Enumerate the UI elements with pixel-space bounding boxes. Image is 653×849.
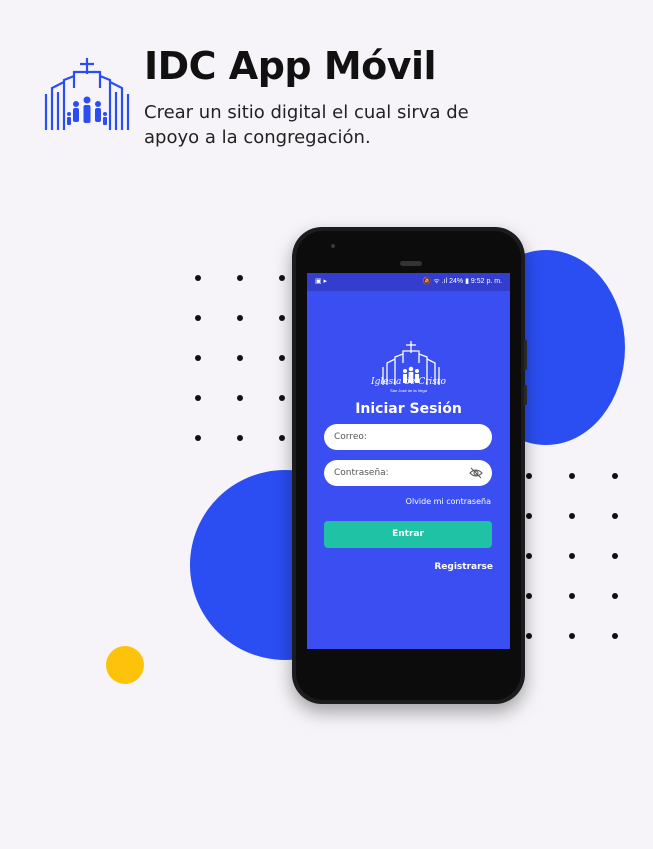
grid-dot xyxy=(237,355,243,361)
grid-dot xyxy=(526,473,532,479)
church-family-icon xyxy=(44,58,130,130)
grid-dot xyxy=(195,395,201,401)
grid-dot xyxy=(612,593,618,599)
grid-dot xyxy=(195,315,201,321)
eye-off-icon[interactable] xyxy=(469,466,483,480)
grid-dot xyxy=(612,633,618,639)
grid-dot xyxy=(569,473,575,479)
grid-dot xyxy=(279,275,285,281)
register-link[interactable]: Registrarse xyxy=(434,562,493,572)
forgot-password-link[interactable]: Olvide mi contraseña xyxy=(406,497,491,506)
grid-dot xyxy=(237,395,243,401)
password-placeholder: Contraseña: xyxy=(334,468,389,478)
email-field[interactable]: Correo: xyxy=(324,424,492,450)
phone-screen: ▣ ▸ 🔕 ᯤ .ıl 24% ▮ 9:52 p. m. Iglesia de … xyxy=(307,273,510,649)
login-title: Iniciar Sesión xyxy=(355,401,462,417)
grid-dot xyxy=(569,633,575,639)
power-button xyxy=(524,385,527,405)
grid-dot xyxy=(195,435,201,441)
grid-dot xyxy=(237,315,243,321)
grid-dot xyxy=(279,395,285,401)
grid-dot xyxy=(526,513,532,519)
grid-dot xyxy=(195,275,201,281)
grid-dot xyxy=(569,553,575,559)
status-left: ▣ ▸ xyxy=(315,278,328,285)
volume-button xyxy=(524,340,527,370)
page-title: IDC App Móvil xyxy=(144,44,437,88)
grid-dot xyxy=(526,593,532,599)
grid-dot xyxy=(526,633,532,639)
grid-dot xyxy=(279,315,285,321)
grid-dot xyxy=(237,275,243,281)
password-field[interactable]: Contraseña: xyxy=(324,460,492,486)
grid-dot xyxy=(237,435,243,441)
grid-dot xyxy=(612,553,618,559)
status-right: 🔕 ᯤ .ıl 24% ▮ 9:52 p. m. xyxy=(422,278,502,285)
grid-dot xyxy=(526,553,532,559)
header: IDC App Móvil Crear un sitio digital el … xyxy=(44,44,644,164)
grid-dot xyxy=(195,355,201,361)
grid-dot xyxy=(569,513,575,519)
status-bar: ▣ ▸ 🔕 ᯤ .ıl 24% ▮ 9:52 p. m. xyxy=(307,273,510,291)
email-placeholder: Correo: xyxy=(334,432,367,442)
phone-camera xyxy=(331,244,335,248)
grid-dot xyxy=(279,435,285,441)
grid-dot xyxy=(279,355,285,361)
app-brand-name: Iglesia de Cristo xyxy=(371,377,446,387)
phone-speaker xyxy=(400,261,422,266)
enter-button[interactable]: Entrar xyxy=(324,521,492,548)
app-brand-subtitle: San José de la Vega xyxy=(390,388,427,393)
page-subtitle: Crear un sitio digital el cual sirva de … xyxy=(144,102,469,148)
grid-dot xyxy=(569,593,575,599)
grid-dot xyxy=(612,473,618,479)
yellow-dot xyxy=(106,646,144,684)
grid-dot xyxy=(612,513,618,519)
